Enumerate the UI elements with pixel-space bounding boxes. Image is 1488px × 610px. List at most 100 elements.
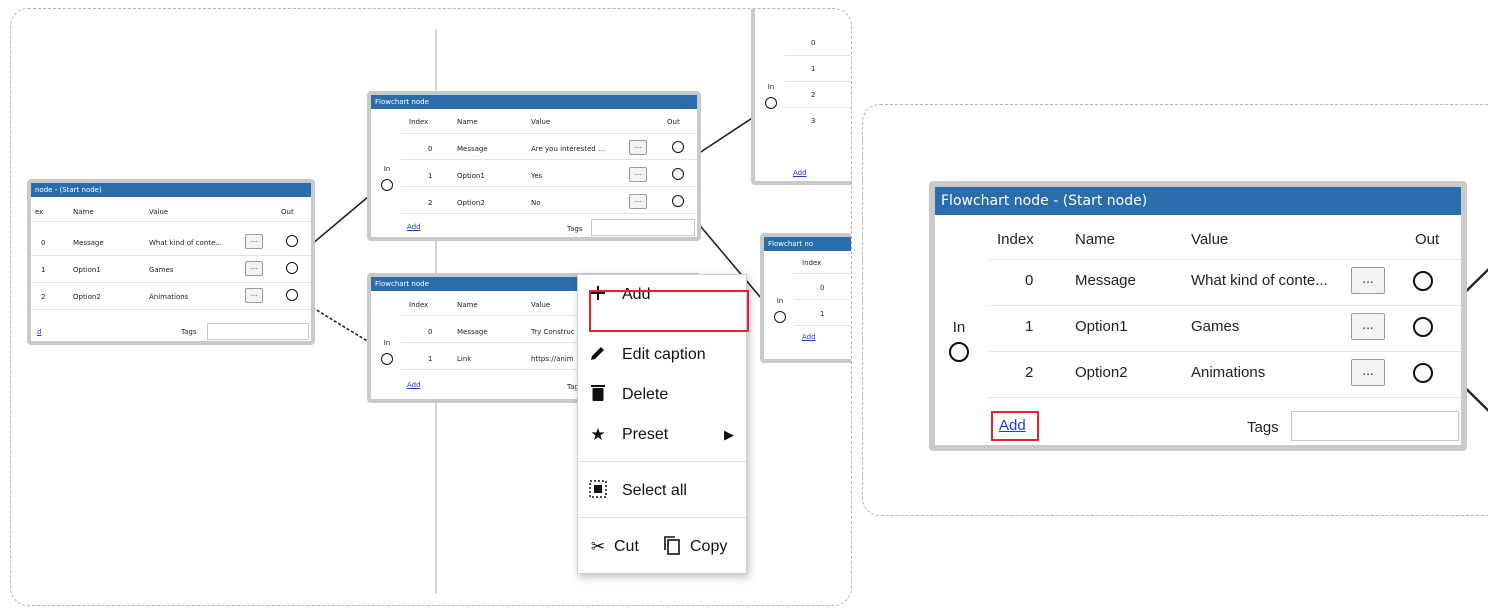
row-index: 0 [1025,272,1034,289]
start-node-zoomed[interactable]: Flowchart node - (Start node) Index Name… [929,181,1467,451]
tags-input[interactable] [591,219,695,236]
add-row-link[interactable]: Add [407,223,421,231]
row-value: Yes [531,172,543,180]
header-name: Name [457,118,478,126]
out-port-0[interactable] [286,235,298,247]
header-out: Out [281,208,294,216]
menu-item-edit-caption[interactable]: Edit caption [578,337,746,373]
in-port[interactable] [381,179,393,191]
trash-icon [588,384,608,407]
editor-canvas-right[interactable]: Flowchart node - (Start node) Index Name… [862,104,1488,516]
row-value: Try Construc [531,328,575,336]
tags-label: Tags [567,225,583,233]
node-title: node - (Start node) [31,183,311,197]
row-value: What kind of conte... [149,239,222,247]
row-name: Option2 [73,293,101,301]
out-port-2[interactable] [286,289,298,301]
header-index: Index [802,259,822,267]
menu-item-cut[interactable]: ✂ Cut [578,529,658,565]
row-value: https://anim [531,355,574,363]
edit-value-button[interactable]: ... [1351,267,1385,294]
header-value: Value [531,301,551,309]
row-name: Message [73,239,104,247]
row-name: Link [457,355,472,363]
header-name: Name [1075,231,1116,248]
row-index: 2 [1025,364,1034,381]
in-port[interactable] [949,342,969,362]
add-row-link[interactable]: Add [793,169,807,177]
edit-value-button[interactable]: ... [245,288,263,303]
edit-value-button[interactable]: ... [1351,313,1385,340]
row-index: 1 [811,65,816,73]
flowchart-node-a[interactable]: Flowchart node Index Name Value Out 0 Me… [367,91,701,241]
in-port-area: In [379,165,395,173]
scissors-icon: ✂ [590,537,606,556]
header-value: Value [1191,231,1229,248]
menu-item-label: Copy [690,538,728,555]
row-index: 1 [41,266,46,274]
row-name: Option2 [457,199,485,207]
in-port[interactable] [774,311,786,323]
edit-value-button[interactable]: ... [245,261,263,276]
flowchart-node-c[interactable]: 0 1 2 3 In Add [751,9,851,185]
menu-item-preset[interactable]: ★ Preset ▶ [578,417,746,453]
edit-value-button[interactable]: ... [245,234,263,249]
header-out: Out [1415,231,1440,248]
out-port-1[interactable] [672,168,684,180]
row-index: 2 [428,199,433,207]
header-index: Index [997,231,1034,248]
header-index: ex [35,208,44,216]
row-index: 3 [811,117,816,125]
row-value: Animations [1191,364,1266,381]
star-icon: ★ [590,425,606,444]
menu-item-label: Select all [622,482,687,499]
in-label: In [383,339,391,347]
edit-value-button[interactable]: ... [629,167,647,182]
add-row-link[interactable]: Add [407,381,421,389]
edit-value-button[interactable]: ... [629,140,647,155]
tags-label: Tags [1247,419,1279,436]
row-value: No [531,199,541,207]
in-port[interactable] [765,97,777,109]
flowchart-node-d[interactable]: Flowchart no Index 0 1 In Add [760,233,851,363]
out-port-0[interactable] [1413,271,1433,291]
copy-icon [662,535,682,560]
start-node[interactable]: node - (Start node) ex Name Value Out 0 … [27,179,315,345]
edit-value-button[interactable]: ... [1351,359,1385,386]
out-port-1[interactable] [286,262,298,274]
row-value: Are you interested ... [531,145,605,153]
in-port-area: In [763,83,779,91]
menu-item-label: Edit caption [622,346,706,363]
header-out: Out [667,118,680,126]
tags-input[interactable] [207,323,309,340]
in-label: In [952,319,966,336]
row-index: 0 [428,328,433,336]
out-port-2[interactable] [1413,363,1433,383]
row-name: Option1 [1075,318,1128,335]
edit-value-button[interactable]: ... [629,194,647,209]
header-name: Name [457,301,478,309]
out-port-2[interactable] [672,195,684,207]
out-port-1[interactable] [1413,317,1433,337]
out-port-0[interactable] [672,141,684,153]
row-value: Games [149,266,174,274]
add-row-link[interactable]: d [37,328,41,336]
row-name: Message [1075,272,1136,289]
add-row-link[interactable]: Add [802,333,816,341]
menu-item-label: Delete [622,386,669,403]
row-name: Option2 [1075,364,1128,381]
header-name: Name [73,208,94,216]
in-port[interactable] [381,353,393,365]
in-port-area: In [772,297,788,305]
menu-item-copy[interactable]: Copy [658,529,746,565]
row-value: Animations [149,293,189,301]
row-index: 2 [811,91,816,99]
tags-input[interactable] [1291,411,1459,441]
menu-item-select-all[interactable]: Select all [578,473,746,509]
row-index: 1 [428,172,433,180]
row-index: 0 [41,239,46,247]
row-index: 1 [1025,318,1034,335]
add-row-link[interactable]: Add [999,417,1026,434]
menu-item-delete[interactable]: Delete [578,377,746,413]
submenu-arrow-icon: ▶ [724,427,734,442]
